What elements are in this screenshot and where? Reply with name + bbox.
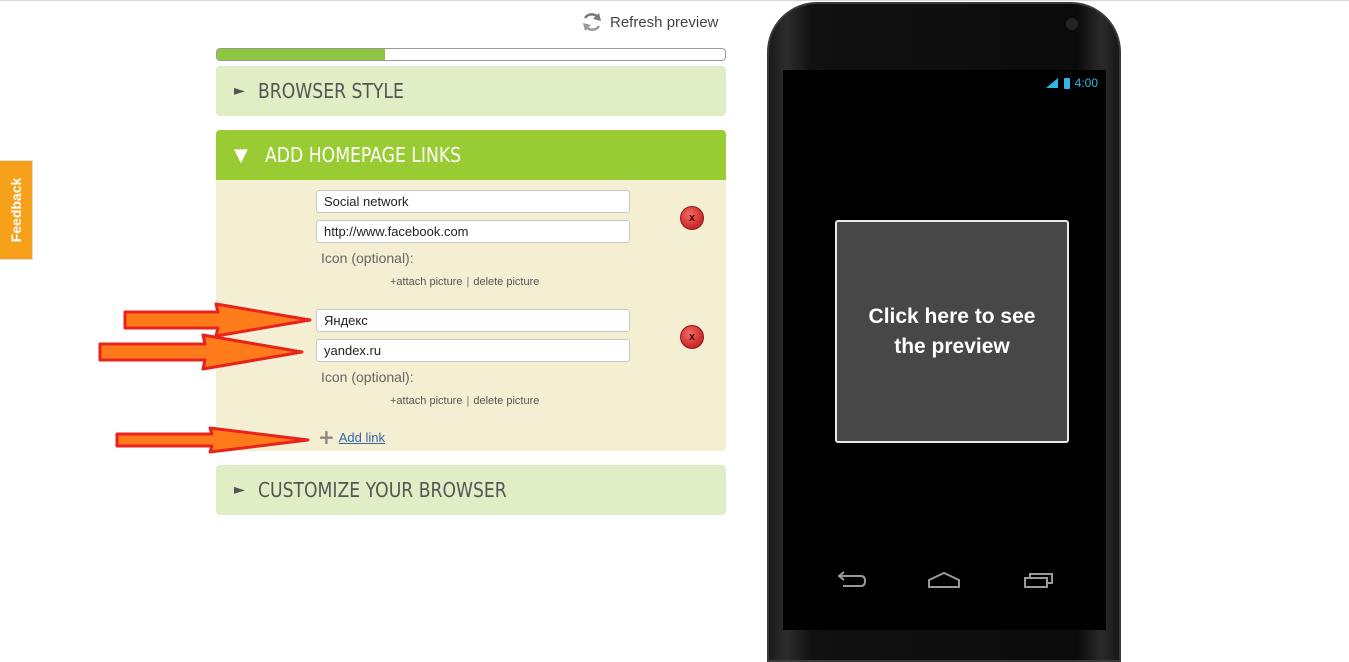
- preview-button[interactable]: Click here to see the preview: [835, 220, 1069, 443]
- add-link-label: Add link: [338, 429, 386, 445]
- recent-apps-icon[interactable]: [1023, 570, 1055, 590]
- separator: |: [466, 395, 470, 407]
- annotation-arrows: [98, 302, 312, 454]
- link-url-input[interactable]: [316, 220, 630, 243]
- home-icon[interactable]: [927, 570, 961, 590]
- refresh-icon: [583, 13, 601, 31]
- section-title-customize: CUSTOMIZE YOUR BROWSER: [258, 478, 507, 502]
- annotation-arrow-icon: [98, 333, 304, 371]
- attach-picture-link[interactable]: +attach picture: [390, 395, 462, 407]
- annotation-arrow-icon: [115, 426, 310, 454]
- delete-link-button[interactable]: x: [680, 325, 704, 349]
- icon-optional-label: Icon (optional):: [321, 250, 414, 266]
- link-name-input[interactable]: [316, 309, 630, 332]
- picture-actions: +attach picture | delete picture: [390, 276, 539, 288]
- delete-icon: x: [688, 331, 696, 343]
- expand-arrow-icon: ►: [234, 482, 245, 498]
- preview-text: Click here to see the preview: [868, 304, 1036, 358]
- section-customize-your-browser[interactable]: ► CUSTOMIZE YOUR BROWSER: [216, 465, 726, 515]
- back-icon[interactable]: [835, 570, 867, 590]
- icon-optional-label: Icon (optional):: [321, 369, 414, 385]
- refresh-preview-button[interactable]: Refresh preview: [580, 9, 718, 35]
- attach-picture-link[interactable]: +attach picture: [390, 276, 462, 288]
- battery-icon: [1063, 77, 1070, 89]
- link-name-input[interactable]: [316, 190, 630, 213]
- signal-icon: [1045, 78, 1058, 88]
- status-time: 4:00: [1074, 76, 1098, 90]
- phone-speaker: [1066, 18, 1078, 30]
- status-bar: 4:00: [1045, 76, 1098, 90]
- refresh-preview-label: Refresh preview: [610, 13, 719, 31]
- separator: |: [466, 276, 470, 288]
- picture-actions: +attach picture | delete picture: [390, 395, 539, 407]
- link-url-input[interactable]: [316, 339, 630, 362]
- delete-link-button[interactable]: x: [680, 206, 704, 230]
- annotation-arrow-icon: [123, 302, 312, 338]
- delete-picture-link[interactable]: delete picture: [473, 276, 539, 288]
- delete-icon: x: [688, 212, 696, 224]
- delete-picture-link[interactable]: delete picture: [473, 395, 539, 407]
